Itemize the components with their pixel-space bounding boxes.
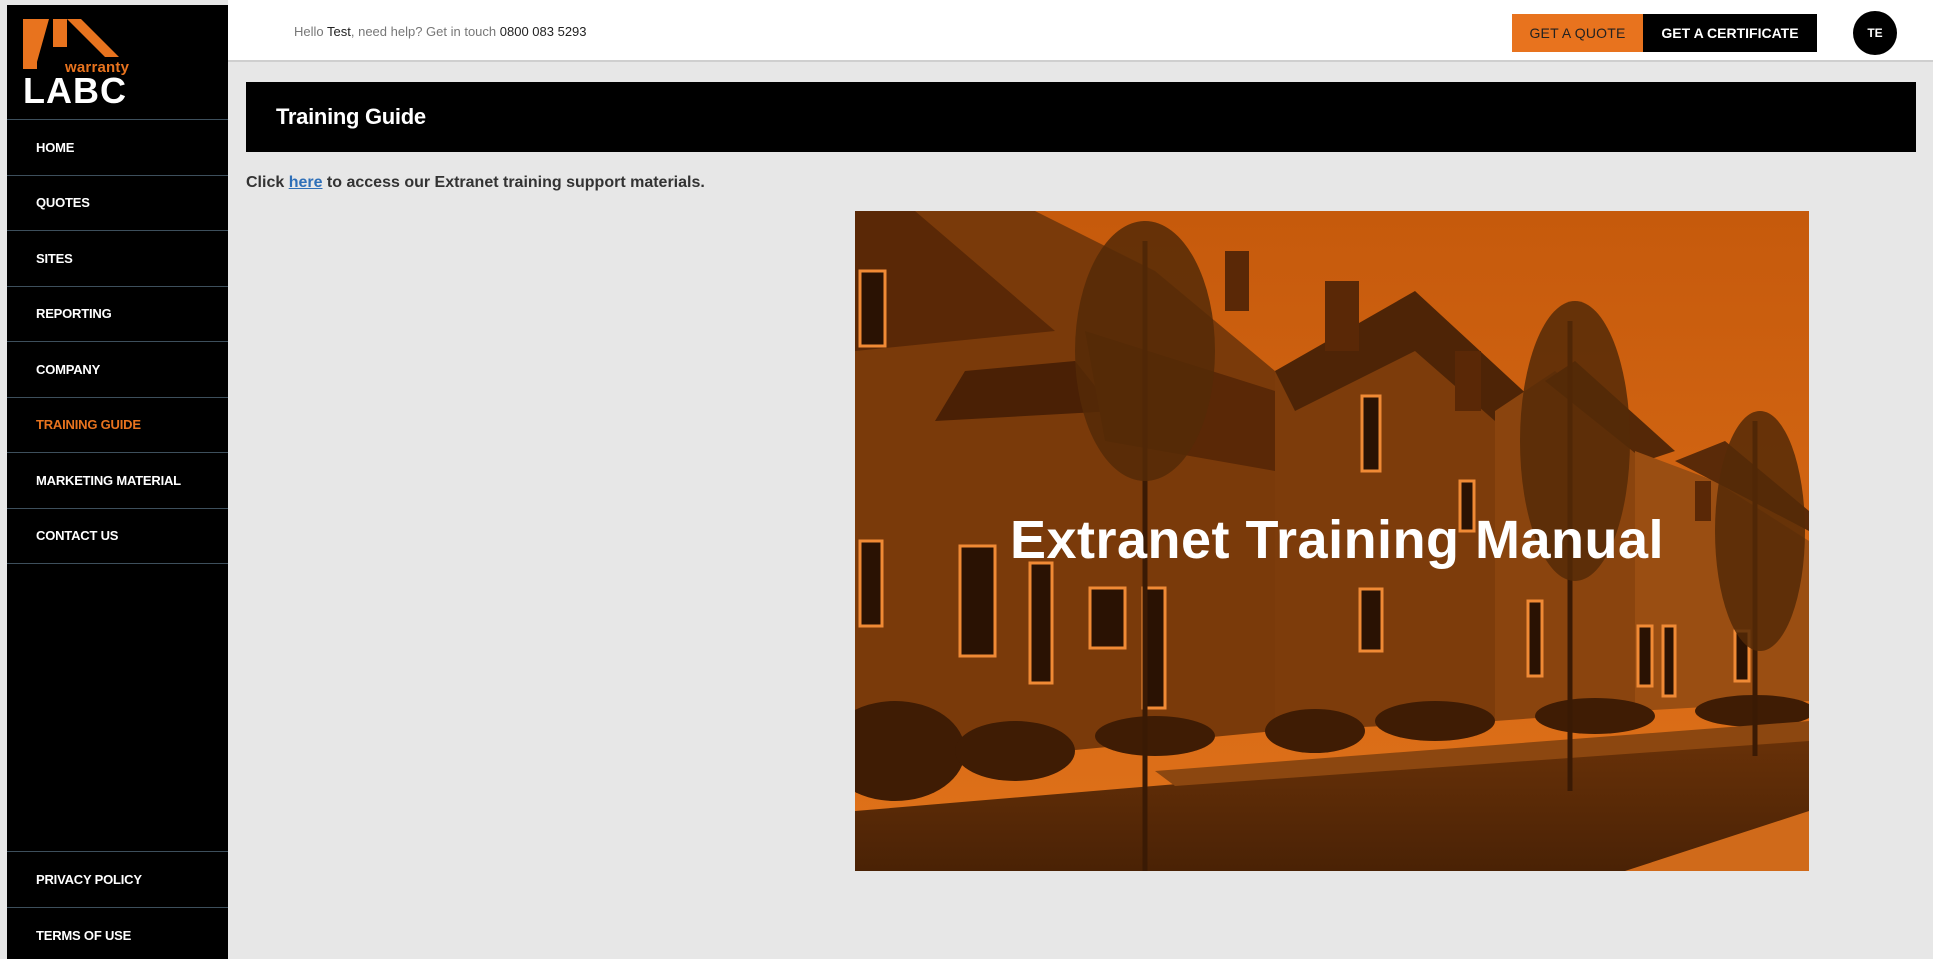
sidebar-item-privacy-policy[interactable]: PRIVACY POLICY [7,852,228,908]
sidebar-item-company[interactable]: COMPANY [7,342,228,398]
sidebar: warranty LABC HOME QUOTES SITES REPORTIN… [7,5,228,959]
training-materials-link[interactable]: here [289,174,323,191]
training-manual-banner[interactable]: Extranet Training Manual [855,211,1809,871]
intro-text: Click here to access our Extranet traini… [246,174,705,192]
help-greeting: Hello Test, need help? Get in touch 0800… [294,24,587,39]
page-title-bar: Training Guide [246,82,1916,152]
user-name: Test [327,24,351,39]
top-header: Hello Test, need help? Get in touch 0800… [228,0,1933,62]
greeting-mid: , need help? Get in touch [350,24,500,39]
user-avatar[interactable]: TE [1853,11,1897,55]
page-title: Training Guide [276,104,426,129]
intro-prefix: Click [246,174,289,191]
sidebar-item-sites[interactable]: SITES [7,231,228,287]
sidebar-item-training-guide[interactable]: TRAINING GUIDE [7,398,228,453]
sidebar-footer-nav: PRIVACY POLICY TERMS OF USE [7,851,228,959]
greeting-prefix: Hello [294,24,328,39]
logo-labc-text: LABC [23,70,127,111]
labc-warranty-logo[interactable]: warranty LABC [23,17,143,111]
get-a-certificate-button[interactable]: GET A CERTIFICATE [1643,14,1817,52]
hero-title: Extranet Training Manual [1009,510,1665,570]
sidebar-item-reporting[interactable]: REPORTING [7,287,228,342]
get-a-quote-button[interactable]: GET A QUOTE [1512,14,1643,52]
sidebar-nav: HOME QUOTES SITES REPORTING COMPANY TRAI… [7,119,228,564]
intro-suffix: to access our Extranet training support … [322,174,705,191]
help-phone-number[interactable]: 0800 083 5293 [500,24,587,39]
sidebar-item-home[interactable]: HOME [7,120,228,176]
sidebar-item-terms-of-use[interactable]: TERMS OF USE [7,908,228,959]
sidebar-item-marketing-material[interactable]: MARKETING MATERIAL [7,453,228,509]
sidebar-item-contact-us[interactable]: CONTACT US [7,509,228,564]
sidebar-item-quotes[interactable]: QUOTES [7,176,228,231]
